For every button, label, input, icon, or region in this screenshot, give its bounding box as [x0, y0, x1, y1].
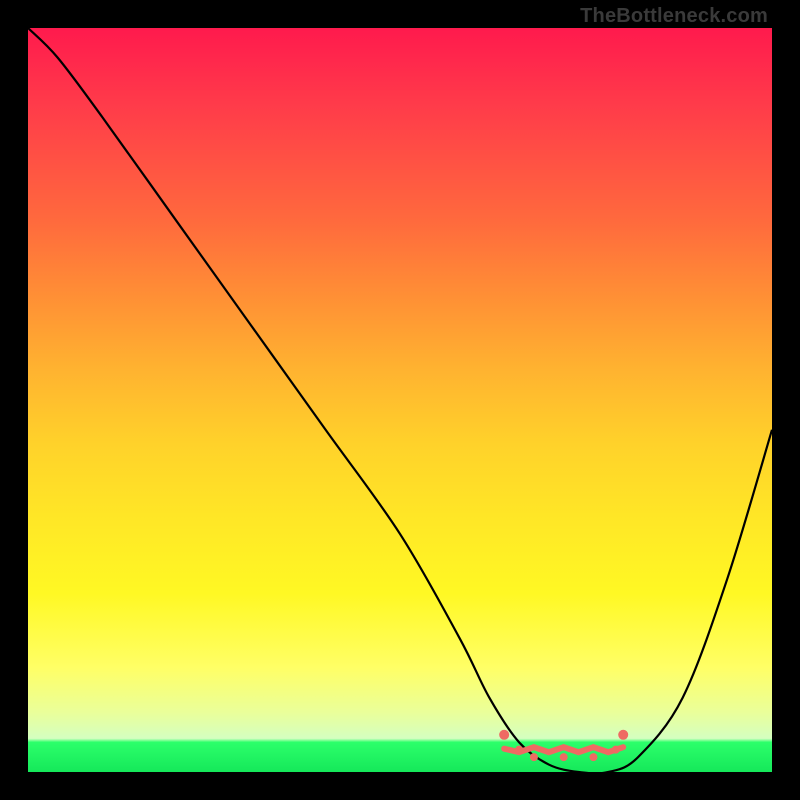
optimal-marker — [560, 753, 568, 761]
optimal-marker — [499, 730, 509, 740]
optimal-marker — [612, 746, 620, 754]
optimal-marker — [515, 746, 523, 754]
optimal-marker — [618, 730, 628, 740]
optimal-marker — [589, 753, 597, 761]
optimal-marker — [530, 753, 538, 761]
bottleneck-curve — [28, 28, 772, 772]
curve-overlay — [28, 28, 772, 772]
optimal-markers — [499, 730, 628, 761]
watermark-text: TheBottleneck.com — [580, 5, 768, 28]
plot-area — [28, 28, 772, 772]
chart-frame: TheBottleneck.com — [0, 0, 800, 800]
